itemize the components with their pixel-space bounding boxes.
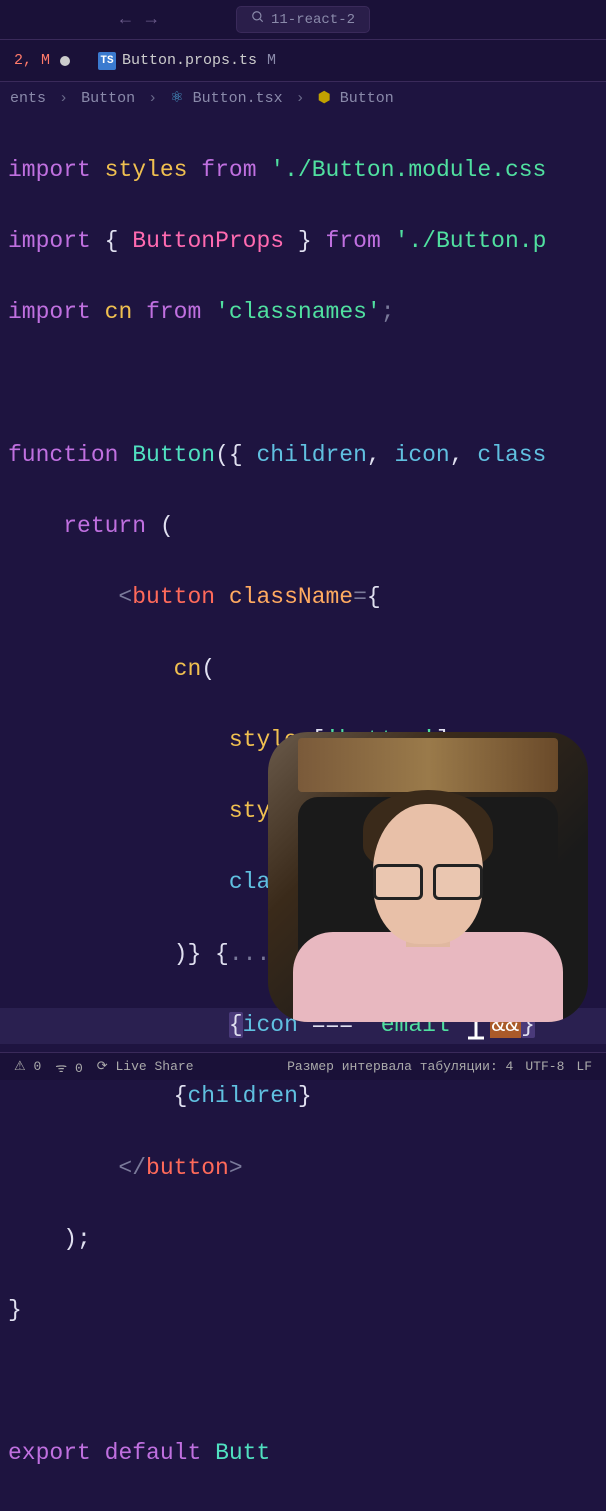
token-brace: } xyxy=(298,228,312,254)
token-from: from xyxy=(326,228,381,254)
eol-status[interactable]: LF xyxy=(576,1059,592,1074)
typescript-icon: TS xyxy=(98,52,116,70)
signal-count: 0 xyxy=(75,1061,83,1076)
breadcrumb-part-2: Button xyxy=(81,90,135,107)
token-function-kw: function xyxy=(8,442,118,468)
breadcrumb-part-3: Button.tsx xyxy=(193,90,283,107)
symbol-icon: ⬢ xyxy=(318,90,331,107)
token-default: default xyxy=(105,1440,202,1466)
antenna-icon: ᯤ xyxy=(55,1061,67,1076)
token-param: class xyxy=(477,442,546,468)
status-bar: ⚠ 0 ᯤ 0 ⟳ Live Share Размер интервала та… xyxy=(0,1052,606,1080)
react-icon: ⚛ xyxy=(170,90,183,107)
token-type: ButtonProps xyxy=(132,228,284,254)
token-ident: cn xyxy=(105,299,133,325)
search-icon xyxy=(251,10,265,29)
tab-first-label: 2, M xyxy=(14,52,50,69)
signal-status[interactable]: ᯤ 0 xyxy=(55,1058,83,1076)
token-ident: cn xyxy=(174,656,202,682)
tab-bar: 2, M TS Button.props.ts M xyxy=(0,40,606,82)
token-ident: children xyxy=(187,1083,297,1109)
token-return: return xyxy=(63,513,146,539)
search-box[interactable]: 11-react-2 xyxy=(236,6,370,33)
token-attr: className xyxy=(229,584,353,610)
token-import: import xyxy=(8,299,91,325)
breadcrumb-sep: › xyxy=(59,90,68,107)
token-param: icon xyxy=(395,442,450,468)
liveshare-status[interactable]: ⟳ Live Share xyxy=(97,1059,194,1074)
warnings-count: 0 xyxy=(33,1059,41,1074)
token-string: 'classnames' xyxy=(215,299,381,325)
warnings-status[interactable]: ⚠ 0 xyxy=(14,1059,41,1074)
breadcrumb-sep: › xyxy=(148,90,157,107)
search-placeholder: 11-react-2 xyxy=(271,12,355,28)
breadcrumb[interactable]: ents › Button › ⚛ Button.tsx › ⬢ Button xyxy=(0,82,606,113)
liveshare-label: Live Share xyxy=(116,1059,194,1074)
token-param: children xyxy=(256,442,366,468)
token-brace: { xyxy=(105,228,119,254)
token-semi: ; xyxy=(381,299,395,325)
tab-size-status[interactable]: Размер интервала табуляции: 4 xyxy=(287,1059,513,1074)
token-import: import xyxy=(8,157,91,183)
breadcrumb-part-1: ents xyxy=(10,90,46,107)
tab-second-mod: M xyxy=(267,52,276,69)
encoding-status[interactable]: UTF-8 xyxy=(525,1059,564,1074)
token-jsx-tag: button xyxy=(146,1155,229,1181)
liveshare-icon: ⟳ xyxy=(97,1059,108,1074)
tab-first[interactable]: 2, M xyxy=(0,44,84,77)
unsaved-dot-icon xyxy=(60,56,70,66)
token-string: './Button.module.css xyxy=(270,157,546,183)
token-ident: Butt xyxy=(215,1440,270,1466)
warning-icon: ⚠ xyxy=(14,1059,26,1074)
token-import: import xyxy=(8,228,91,254)
tab-second-label: Button.props.ts xyxy=(122,52,257,69)
forward-arrow-icon[interactable]: → xyxy=(146,10,157,30)
token-func-name: Button xyxy=(132,442,215,468)
token-from: from xyxy=(146,299,201,325)
token-jsx-tag: button xyxy=(132,584,215,610)
token-ident: styles xyxy=(105,157,188,183)
tab-button-props[interactable]: TS Button.props.ts M xyxy=(84,44,290,78)
nav-arrows: ← → xyxy=(120,10,157,30)
token-from: from xyxy=(201,157,256,183)
title-bar: ← → 11-react-2 xyxy=(0,0,606,40)
breadcrumb-part-4: Button xyxy=(340,90,394,107)
token-string: './Button.p xyxy=(395,228,547,254)
back-arrow-icon[interactable]: ← xyxy=(120,10,131,30)
webcam-overlay xyxy=(268,732,588,1022)
token-export: export xyxy=(8,1440,91,1466)
breadcrumb-sep: › xyxy=(296,90,305,107)
